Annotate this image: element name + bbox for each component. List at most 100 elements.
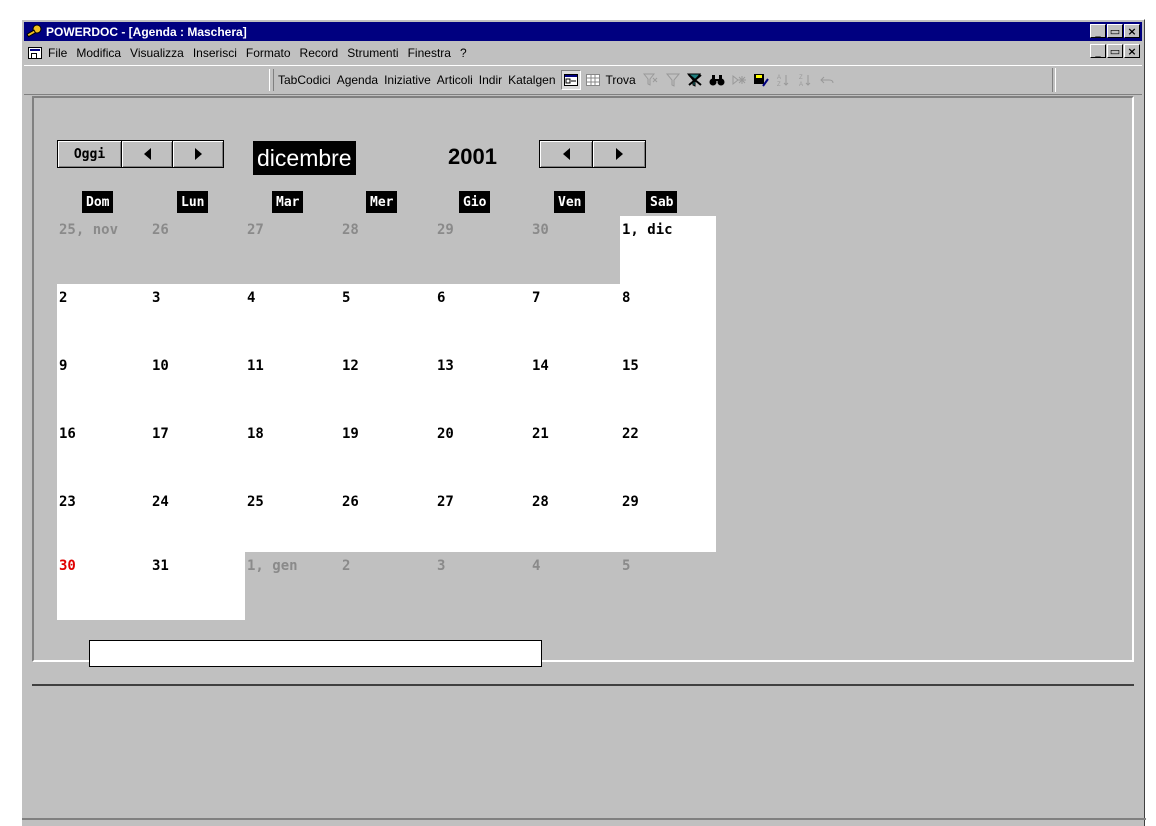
calendar-day-cell[interactable]: 21 [530, 420, 620, 488]
toolbar-iniziative[interactable]: Iniziative [382, 73, 433, 87]
next-year-button[interactable] [592, 140, 646, 168]
calendar-day-cell[interactable]: 9 [57, 352, 150, 420]
calendar-day-cell[interactable]: 26 [150, 216, 245, 284]
menu-inserisci[interactable]: Inserisci [193, 46, 237, 60]
toolbar-trova[interactable]: Trova [604, 73, 638, 87]
status-line [22, 818, 1146, 820]
calendar-day-cell[interactable]: 4 [530, 552, 620, 620]
mdi-window-controls: _ ▭ × [1089, 44, 1140, 58]
restore-button[interactable]: ▭ [1107, 24, 1123, 38]
form-view-icon[interactable] [560, 70, 581, 90]
form-document-icon[interactable] [28, 47, 42, 59]
calendar-day-cell[interactable]: 19 [340, 420, 435, 488]
calendar-day-cell[interactable]: 11 [245, 352, 340, 420]
calendar-day-cell[interactable]: 6 [435, 284, 530, 352]
menu-modifica[interactable]: Modifica [76, 46, 121, 60]
note-input[interactable] [89, 640, 542, 667]
menu-visualizza[interactable]: Visualizza [130, 46, 184, 60]
menu-record[interactable]: Record [300, 46, 339, 60]
minimize-button[interactable]: _ [1090, 24, 1106, 38]
undo-icon[interactable] [817, 70, 837, 90]
calendar-day-cell[interactable]: 3 [435, 552, 530, 620]
weekday-sat: Sab [646, 191, 678, 213]
calendar-day-cell[interactable]: 8 [620, 284, 716, 352]
calendar-day-cell[interactable]: 7 [530, 284, 620, 352]
arrow-left-icon [562, 148, 570, 160]
calendar-day-cell[interactable]: 29 [435, 216, 530, 284]
calendar-day-cell[interactable]: 4 [245, 284, 340, 352]
calendar-day-cell[interactable]: 5 [620, 552, 716, 620]
app-key-icon [26, 24, 42, 37]
binoculars-icon[interactable] [707, 70, 727, 90]
calendar-day-cell[interactable]: 12 [340, 352, 435, 420]
weekday-sun: Dom [82, 191, 114, 213]
svg-text:A: A [799, 82, 803, 87]
calendar-day-cell[interactable]: 17 [150, 420, 245, 488]
calendar-day-cell[interactable]: 2 [340, 552, 435, 620]
next-month-button[interactable] [172, 140, 224, 168]
calendar-day-cell[interactable]: 13 [435, 352, 530, 420]
calendar-day-cell[interactable]: 23 [57, 488, 150, 552]
calendar-day-cell[interactable]: 27 [245, 216, 340, 284]
calendar-day-cell[interactable]: 31 [150, 552, 245, 620]
calendar-day-cell[interactable]: 10 [150, 352, 245, 420]
calendar-day-cell[interactable]: 14 [530, 352, 620, 420]
toolbar-articoli[interactable]: Articoli [435, 73, 475, 87]
calendar-day-cell[interactable]: 30 [57, 552, 150, 620]
arrow-left-icon [143, 148, 151, 160]
calendar-day-cell[interactable]: 25 [245, 488, 340, 552]
new-record-icon[interactable] [729, 70, 749, 90]
window-title: POWERDOC - [Agenda : Maschera] [46, 24, 247, 39]
calendar-day-cell[interactable]: 15 [620, 352, 716, 420]
calendar-day-cell[interactable]: 27 [435, 488, 530, 552]
save-record-icon[interactable] [751, 70, 771, 90]
weekday-tue: Mar [272, 191, 304, 213]
calendar-day-cell[interactable]: 28 [530, 488, 620, 552]
today-button[interactable]: Oggi [57, 140, 122, 168]
prev-month-button[interactable] [121, 140, 173, 168]
calendar-day-cell[interactable]: 2 [57, 284, 150, 352]
toolbar-grip[interactable] [269, 69, 274, 91]
calendar-day-cell[interactable]: 20 [435, 420, 530, 488]
mdi-minimize-button[interactable]: _ [1090, 44, 1106, 58]
calendar-day-cell[interactable]: 3 [150, 284, 245, 352]
weekday-mon: Lun [177, 191, 209, 213]
calendar-day-cell[interactable]: 29 [620, 488, 716, 552]
calendar-day-cell[interactable]: 22 [620, 420, 716, 488]
bottom-pane [32, 684, 1134, 814]
filter-icon[interactable] [663, 70, 683, 90]
svg-text:Z: Z [799, 75, 803, 81]
calendar-day-cell[interactable]: 5 [340, 284, 435, 352]
datasheet-view-icon[interactable] [583, 70, 603, 90]
menu-strumenti[interactable]: Strumenti [347, 46, 398, 60]
calendar-day-cell[interactable]: 16 [57, 420, 150, 488]
sort-descending-icon[interactable]: ZA [795, 70, 815, 90]
calendar-day-cell[interactable]: 28 [340, 216, 435, 284]
menu-help[interactable]: ? [460, 46, 467, 60]
close-button[interactable]: × [1124, 24, 1140, 38]
arrow-right-icon [194, 148, 202, 160]
svg-text:A: A [777, 75, 781, 81]
mdi-close-button[interactable]: × [1124, 44, 1140, 58]
calendar-day-cell[interactable]: 1, dic [620, 216, 716, 284]
toolbar-katalgen[interactable]: Katalgen [506, 73, 557, 87]
calendar-day-cell[interactable]: 26 [340, 488, 435, 552]
calendar-day-cell[interactable]: 25, nov [57, 216, 150, 284]
remove-filter-icon[interactable] [685, 70, 705, 90]
calendar-day-cell[interactable]: 18 [245, 420, 340, 488]
calendar-day-cell[interactable]: 24 [150, 488, 245, 552]
menu-finestra[interactable]: Finestra [408, 46, 451, 60]
menu-file[interactable]: File [48, 46, 67, 60]
prev-year-button[interactable] [539, 140, 593, 168]
toolbar-indir[interactable]: Indir [477, 73, 504, 87]
toolbar-agenda[interactable]: Agenda [335, 73, 380, 87]
filter-by-selection-icon[interactable] [641, 70, 661, 90]
sort-ascending-icon[interactable]: AZ [773, 70, 793, 90]
toolbar-tabcodici[interactable]: TabCodici [276, 73, 333, 87]
calendar-day-cell[interactable]: 30 [530, 216, 620, 284]
mdi-restore-button[interactable]: ▭ [1107, 44, 1123, 58]
menu-formato[interactable]: Formato [246, 46, 291, 60]
month-label[interactable]: dicembre [253, 141, 356, 175]
weekday-thu: Gio [459, 191, 491, 213]
calendar-day-cell[interactable]: 1, gen [245, 552, 340, 620]
